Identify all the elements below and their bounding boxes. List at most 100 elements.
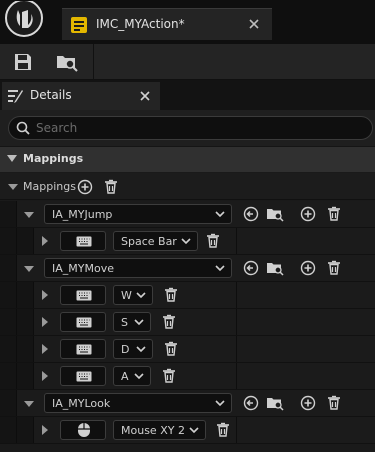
delete-icon[interactable] — [163, 287, 179, 303]
chevron-down-icon — [215, 263, 225, 273]
toolbar — [0, 44, 375, 80]
chevron-down-icon[interactable] — [24, 401, 34, 407]
browse-asset-icon[interactable] — [266, 395, 284, 411]
action-dropdown[interactable]: IA_MYMove — [44, 258, 232, 278]
key-mapping-row: W — [0, 282, 375, 309]
document-tab-title: IMC_MYAction* — [96, 17, 185, 31]
key-capture-button[interactable] — [60, 285, 106, 305]
column-splitter[interactable] — [236, 336, 237, 362]
action-dropdown[interactable]: IA_MYLook — [44, 393, 232, 413]
indent-gutter — [0, 417, 17, 443]
column-splitter[interactable] — [236, 309, 237, 335]
delete-icon[interactable] — [163, 341, 179, 357]
chevron-right-icon[interactable] — [42, 371, 48, 381]
chevron-down-icon — [7, 155, 17, 163]
search-bar — [0, 110, 375, 146]
browse-asset-icon[interactable] — [266, 206, 284, 222]
key-name: Space Bar — [121, 235, 177, 248]
indent-gutter — [17, 363, 34, 389]
toolbar-separator — [93, 44, 94, 80]
keyboard-icon — [76, 236, 92, 247]
chevron-right-icon[interactable] — [42, 290, 48, 300]
add-key-icon[interactable] — [300, 260, 316, 276]
key-mapping-row: S — [0, 309, 375, 336]
action-mapping-row: IA_MYMove — [0, 255, 375, 282]
action-name: IA_MYLook — [52, 397, 111, 410]
indent-gutter — [17, 309, 34, 335]
column-splitter[interactable] — [236, 228, 237, 254]
delete-icon[interactable] — [205, 233, 221, 249]
mappings-label: Mappings — [23, 180, 76, 193]
key-dropdown[interactable]: D — [113, 339, 153, 359]
key-dropdown[interactable]: S — [113, 312, 151, 332]
key-dropdown[interactable]: Mouse XY 2 — [113, 420, 206, 440]
add-key-icon[interactable] — [300, 395, 316, 411]
mouse-icon — [78, 423, 90, 437]
key-name: D — [121, 343, 130, 356]
column-splitter[interactable] — [236, 363, 237, 389]
key-name: S — [121, 316, 128, 329]
chevron-right-icon[interactable] — [42, 317, 48, 327]
details-tab[interactable]: Details — [2, 82, 160, 110]
key-capture-button[interactable] — [60, 420, 106, 440]
keyboard-icon — [76, 290, 92, 301]
chevron-right-icon[interactable] — [42, 425, 48, 435]
use-selected-asset-icon[interactable] — [243, 206, 259, 222]
search-box[interactable] — [8, 116, 373, 140]
category-header-mappings[interactable]: Mappings — [0, 147, 375, 172]
action-dropdown[interactable]: IA_MYJump — [44, 204, 232, 224]
key-dropdown[interactable]: Space Bar — [113, 231, 198, 251]
chevron-down-icon[interactable] — [8, 184, 18, 190]
category-label: Mappings — [23, 152, 84, 165]
browse-to-asset-icon[interactable] — [55, 51, 78, 73]
use-selected-asset-icon[interactable] — [243, 395, 259, 411]
chevron-down-icon — [134, 371, 144, 381]
key-dropdown[interactable]: A — [113, 366, 151, 386]
delete-icon[interactable] — [161, 368, 177, 384]
key-capture-button[interactable] — [60, 339, 106, 359]
delete-icon[interactable] — [161, 314, 177, 330]
key-capture-button[interactable] — [60, 366, 106, 386]
input-mapping-context-icon — [70, 16, 88, 34]
key-capture-button[interactable] — [60, 312, 106, 332]
chevron-down-icon — [134, 317, 144, 327]
chevron-right-icon[interactable] — [42, 236, 48, 246]
keyboard-icon — [76, 317, 92, 328]
browse-asset-icon[interactable] — [266, 260, 284, 276]
close-icon[interactable] — [246, 16, 262, 32]
delete-icon[interactable] — [215, 422, 231, 438]
add-key-icon[interactable] — [300, 206, 316, 222]
use-selected-asset-icon[interactable] — [243, 260, 259, 276]
add-mapping-icon[interactable] — [77, 179, 93, 195]
save-icon[interactable] — [12, 51, 34, 73]
indent-gutter — [0, 282, 17, 308]
column-splitter[interactable] — [236, 282, 237, 308]
unreal-logo-icon[interactable] — [2, 1, 46, 39]
document-tab[interactable]: IMC_MYAction* — [62, 8, 272, 40]
delete-icon[interactable] — [326, 206, 342, 222]
key-name: Mouse XY 2 — [121, 424, 185, 437]
indent-gutter — [17, 228, 34, 254]
chevron-down-icon[interactable] — [24, 212, 34, 218]
chevron-down-icon — [181, 236, 191, 246]
keyboard-icon — [76, 371, 92, 382]
delete-icon[interactable] — [326, 260, 342, 276]
key-capture-button[interactable] — [60, 231, 106, 251]
clear-mappings-icon[interactable] — [103, 179, 119, 195]
key-dropdown[interactable]: W — [113, 285, 153, 305]
chevron-down-icon — [215, 398, 225, 408]
details-tab-label: Details — [30, 88, 72, 102]
action-mapping-row: IA_MYJump — [0, 201, 375, 228]
delete-icon[interactable] — [326, 395, 342, 411]
key-name: A — [121, 370, 129, 383]
chevron-down-icon[interactable] — [24, 266, 34, 272]
search-input[interactable] — [36, 120, 356, 136]
chevron-down-icon — [136, 290, 146, 300]
key-mapping-row: Mouse XY 2 — [0, 417, 375, 444]
indent-gutter — [0, 390, 17, 416]
column-splitter[interactable] — [236, 417, 237, 443]
chevron-right-icon[interactable] — [42, 344, 48, 354]
document-tab-bar: IMC_MYAction* — [0, 0, 375, 44]
chevron-down-icon — [215, 209, 225, 219]
close-icon[interactable] — [138, 89, 152, 103]
